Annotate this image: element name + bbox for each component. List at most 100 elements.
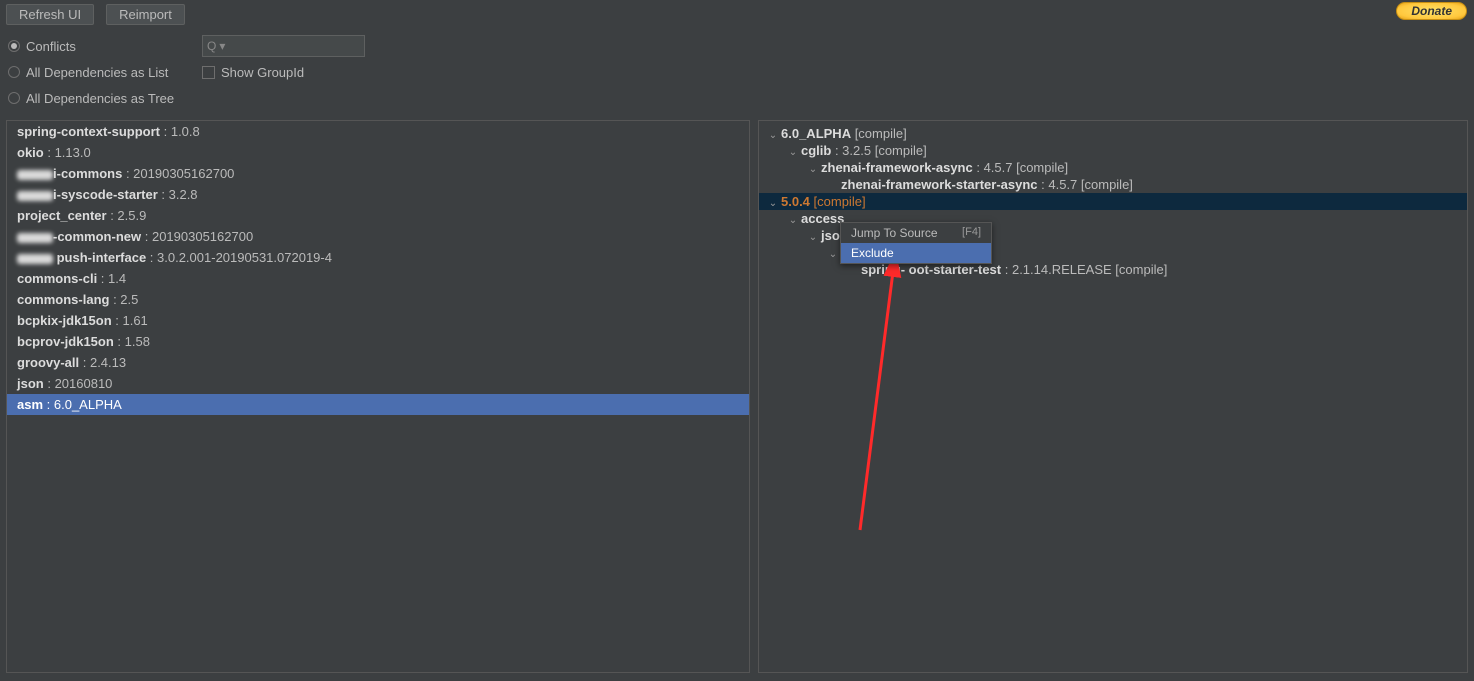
donate-button[interactable]: Donate (1396, 2, 1467, 20)
search-input[interactable]: Q▾ (202, 35, 365, 57)
radio-all-list[interactable]: All Dependencies as List (8, 65, 188, 80)
dep-name: push-interface (53, 250, 146, 265)
dep-name: bcprov-jdk15on (17, 334, 114, 349)
list-item[interactable]: spring-context-support : 1.0.8 (7, 121, 749, 142)
checkbox-label: Show GroupId (221, 65, 304, 80)
node-name: zhenai-framework-async (821, 160, 973, 175)
radio-label: Conflicts (26, 39, 76, 54)
list-item[interactable]: bcprov-jdk15on : 1.58 (7, 331, 749, 352)
dep-name: commons-lang (17, 292, 109, 307)
dep-name: spring-context-support (17, 124, 160, 139)
dep-version: : 6.0_ALPHA (43, 397, 122, 412)
radio-icon (8, 40, 20, 52)
chevron-down-icon[interactable]: ⌄ (827, 249, 839, 260)
list-item[interactable]: project_center : 2.5.9 (7, 205, 749, 226)
left-panel: spring-context-support : 1.0.8okio : 1.1… (6, 120, 750, 673)
list-item[interactable]: bcpkix-jdk15on : 1.61 (7, 310, 749, 331)
dep-name: bcpkix-jdk15on (17, 313, 112, 328)
node-name: jso (821, 228, 840, 243)
chevron-down-icon[interactable]: ⌄ (807, 232, 819, 243)
radio-icon (8, 66, 20, 78)
tree-node[interactable]: ⌄5.0.4 [compile] (759, 193, 1467, 210)
menu-item-shortcut: [F4] (962, 226, 981, 240)
right-panel: ⌄6.0_ALPHA [compile]⌄cglib : 3.2.5 [comp… (758, 120, 1468, 673)
node-meta: [compile] (810, 194, 866, 209)
dep-version: : 2.5 (109, 292, 138, 307)
tree-node[interactable]: ⌄zhenai-framework-async : 4.5.7 [compile… (759, 159, 1467, 176)
dep-name: project_center (17, 208, 107, 223)
radio-label: All Dependencies as Tree (26, 91, 174, 106)
dep-version: : 2.4.13 (79, 355, 126, 370)
toolbar: Refresh UI Reimport (0, 0, 1474, 29)
node-meta: : 4.5.7 [compile] (1038, 177, 1133, 192)
dep-name: -common-new (53, 229, 141, 244)
dep-version: : 20190305162700 (141, 229, 253, 244)
context-menu-item[interactable]: Jump To Source [F4] (841, 223, 991, 243)
list-item[interactable]: asm : 6.0_ALPHA (7, 394, 749, 415)
dep-name: groovy-all (17, 355, 79, 370)
chevron-down-icon[interactable]: ⌄ (767, 130, 779, 141)
dep-name: json (17, 376, 44, 391)
chevron-down-icon[interactable]: ⌄ (787, 215, 799, 226)
list-item[interactable]: commons-lang : 2.5 (7, 289, 749, 310)
tree-node[interactable]: ⌄cglib : 3.2.5 [compile] (759, 142, 1467, 159)
dep-version: : 1.0.8 (160, 124, 200, 139)
dep-name: commons-cli (17, 271, 97, 286)
radio-conflicts[interactable]: Conflicts (8, 39, 188, 54)
node-name: 6.0_ALPHA (781, 126, 851, 141)
dep-version: : 1.13.0 (44, 145, 91, 160)
list-item[interactable]: i-commons : 20190305162700 (7, 163, 749, 184)
node-name: 5.0.4 (781, 194, 810, 209)
reimport-button[interactable]: Reimport (106, 4, 185, 25)
dep-version: : 1.61 (112, 313, 148, 328)
checkbox-show-groupid[interactable]: Show GroupId (202, 65, 304, 80)
menu-item-label: Exclude (851, 246, 894, 260)
node-meta: : 3.2.5 [compile] (831, 143, 926, 158)
dep-name: i-commons (53, 166, 122, 181)
list-item[interactable]: i-syscode-starter : 3.2.8 (7, 184, 749, 205)
dep-version: : 3.0.2.001-20190531.072019-4 (146, 250, 332, 265)
dep-name: okio (17, 145, 44, 160)
redacted-text (17, 191, 53, 201)
menu-item-label: Jump To Source (851, 226, 938, 240)
dependency-list[interactable]: spring-context-support : 1.0.8okio : 1.1… (7, 121, 749, 415)
list-item[interactable]: groovy-all : 2.4.13 (7, 352, 749, 373)
list-item[interactable]: json : 20160810 (7, 373, 749, 394)
dep-version: : 1.58 (114, 334, 150, 349)
dep-version: : 20190305162700 (122, 166, 234, 181)
context-menu-item[interactable]: Exclude (841, 243, 991, 263)
list-item[interactable]: -common-new : 20190305162700 (7, 226, 749, 247)
node-meta: [compile] (851, 126, 907, 141)
tree-node[interactable]: ⌄6.0_ALPHA [compile] (759, 125, 1467, 142)
dep-version: : 20160810 (44, 376, 113, 391)
radio-all-tree[interactable]: All Dependencies as Tree (8, 91, 188, 106)
chevron-down-icon[interactable]: ⌄ (767, 198, 779, 209)
list-item[interactable]: okio : 1.13.0 (7, 142, 749, 163)
list-item[interactable]: push-interface : 3.0.2.001-20190531.0720… (7, 247, 749, 268)
refresh-button[interactable]: Refresh UI (6, 4, 94, 25)
node-name: cglib (801, 143, 831, 158)
node-meta: : 4.5.7 [compile] (973, 160, 1068, 175)
radio-icon (8, 92, 20, 104)
filter-rows: Conflicts Q▾ All Dependencies as List Sh… (0, 29, 1474, 115)
node-name: access (801, 211, 844, 226)
dep-name: asm (17, 397, 43, 412)
dep-version: : 1.4 (97, 271, 126, 286)
context-menu: Jump To Source [F4] Exclude (840, 222, 992, 264)
redacted-text (17, 254, 53, 264)
checkbox-icon (202, 66, 215, 79)
radio-label: All Dependencies as List (26, 65, 168, 80)
search-icon: Q (207, 39, 216, 53)
redacted-text (17, 170, 53, 180)
dep-name: i-syscode-starter (53, 187, 158, 202)
node-meta: : 2.1.14.RELEASE [compile] (1001, 262, 1167, 277)
chevron-down-icon[interactable]: ⌄ (807, 164, 819, 175)
chevron-down-icon[interactable]: ⌄ (787, 147, 799, 158)
main-split: spring-context-support : 1.0.8okio : 1.1… (6, 120, 1468, 673)
node-name: spring- oot-starter-test (861, 262, 1001, 277)
redacted-text (17, 233, 53, 243)
dep-version: : 3.2.8 (158, 187, 198, 202)
dep-version: : 2.5.9 (107, 208, 147, 223)
list-item[interactable]: commons-cli : 1.4 (7, 268, 749, 289)
tree-node[interactable]: zhenai-framework-starter-async : 4.5.7 [… (759, 176, 1467, 193)
